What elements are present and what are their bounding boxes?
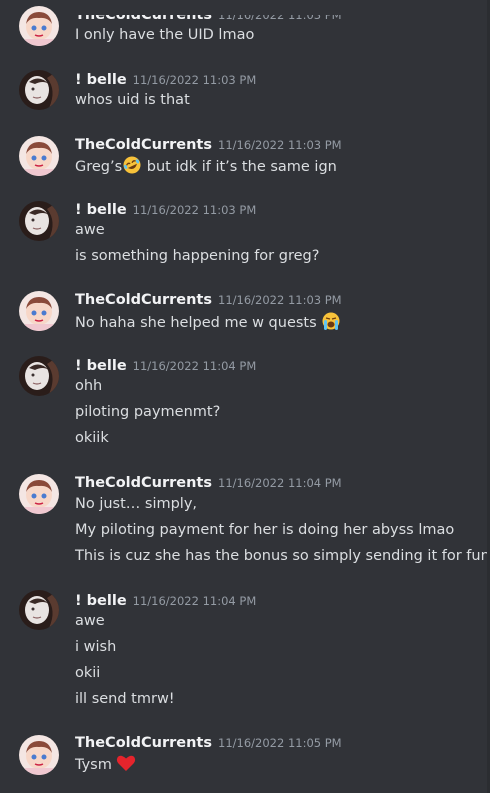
- message-text: I only have the UID lmao: [75, 27, 255, 43]
- timestamp: 11/16/2022 11:03 PM: [218, 293, 342, 307]
- rofl-emoji-icon: [122, 155, 142, 175]
- message-text: awe: [75, 222, 105, 238]
- avatar[interactable]: [19, 474, 59, 514]
- username[interactable]: ! belle: [75, 72, 127, 88]
- loudly-crying-emoji-icon: [321, 311, 341, 331]
- username[interactable]: TheColdCurrents: [75, 292, 212, 308]
- message-text: ohh: [75, 378, 103, 394]
- avatar[interactable]: [19, 136, 59, 176]
- avatar[interactable]: [19, 291, 59, 331]
- message-text: is something happening for greg?: [75, 248, 320, 264]
- message-text: Tysm: [75, 753, 136, 775]
- avatar[interactable]: [19, 590, 59, 630]
- message-text: ill send tmrw!: [75, 691, 175, 707]
- message-text: No haha she helped me w quests: [75, 311, 341, 333]
- username[interactable]: TheColdCurrents: [75, 475, 212, 491]
- message-text-part: Tysm: [75, 757, 112, 773]
- message-text-part: No haha she helped me w quests: [75, 315, 317, 331]
- chat-message-list[interactable]: TheColdCurrents 11/16/2022 11:03 PM I onl…: [0, 0, 490, 793]
- message-text: okii: [75, 665, 101, 681]
- message-text-part: but idk if it’s the same ign: [142, 159, 337, 175]
- avatar[interactable]: [19, 6, 59, 46]
- username[interactable]: ! belle: [75, 593, 127, 609]
- timestamp: 11/16/2022 11:03 PM: [132, 73, 257, 87]
- message-text: piloting paymenmt?: [75, 404, 221, 420]
- username[interactable]: TheColdCurrents: [75, 137, 212, 153]
- avatar[interactable]: [19, 735, 59, 775]
- avatar[interactable]: [19, 70, 59, 110]
- message-text: i wish: [75, 639, 117, 655]
- avatar[interactable]: [19, 356, 59, 396]
- username[interactable]: ! belle: [75, 202, 127, 218]
- message-text: awe: [75, 613, 105, 629]
- message-text-part: Greg’s: [75, 159, 123, 175]
- message-text: No just… simply,: [75, 496, 198, 512]
- timestamp: 11/16/2022 11:03 PM: [218, 138, 342, 152]
- username[interactable]: ! belle: [75, 358, 127, 374]
- message-text: This is cuz she has the bonus so simply …: [75, 548, 490, 564]
- red-heart-emoji-icon: [116, 753, 136, 773]
- timestamp: 11/16/2022 11:04 PM: [132, 594, 257, 608]
- timestamp: 11/16/2022 11:03 PM: [218, 8, 342, 22]
- username[interactable]: TheColdCurrents: [75, 15, 212, 23]
- message-text: My piloting payment for her is doing her…: [75, 522, 455, 538]
- avatar[interactable]: [19, 201, 59, 241]
- message-text: Greg’s but idk if it’s the same ign: [75, 155, 337, 177]
- message-text: okiik: [75, 430, 109, 446]
- timestamp: 11/16/2022 11:04 PM: [218, 476, 342, 490]
- username[interactable]: TheColdCurrents: [75, 735, 212, 751]
- timestamp: 11/16/2022 11:04 PM: [132, 359, 257, 373]
- timestamp: 11/16/2022 11:03 PM: [132, 203, 257, 217]
- message-text: whos uid is that: [75, 92, 190, 108]
- timestamp: 11/16/2022 11:05 PM: [218, 736, 342, 750]
